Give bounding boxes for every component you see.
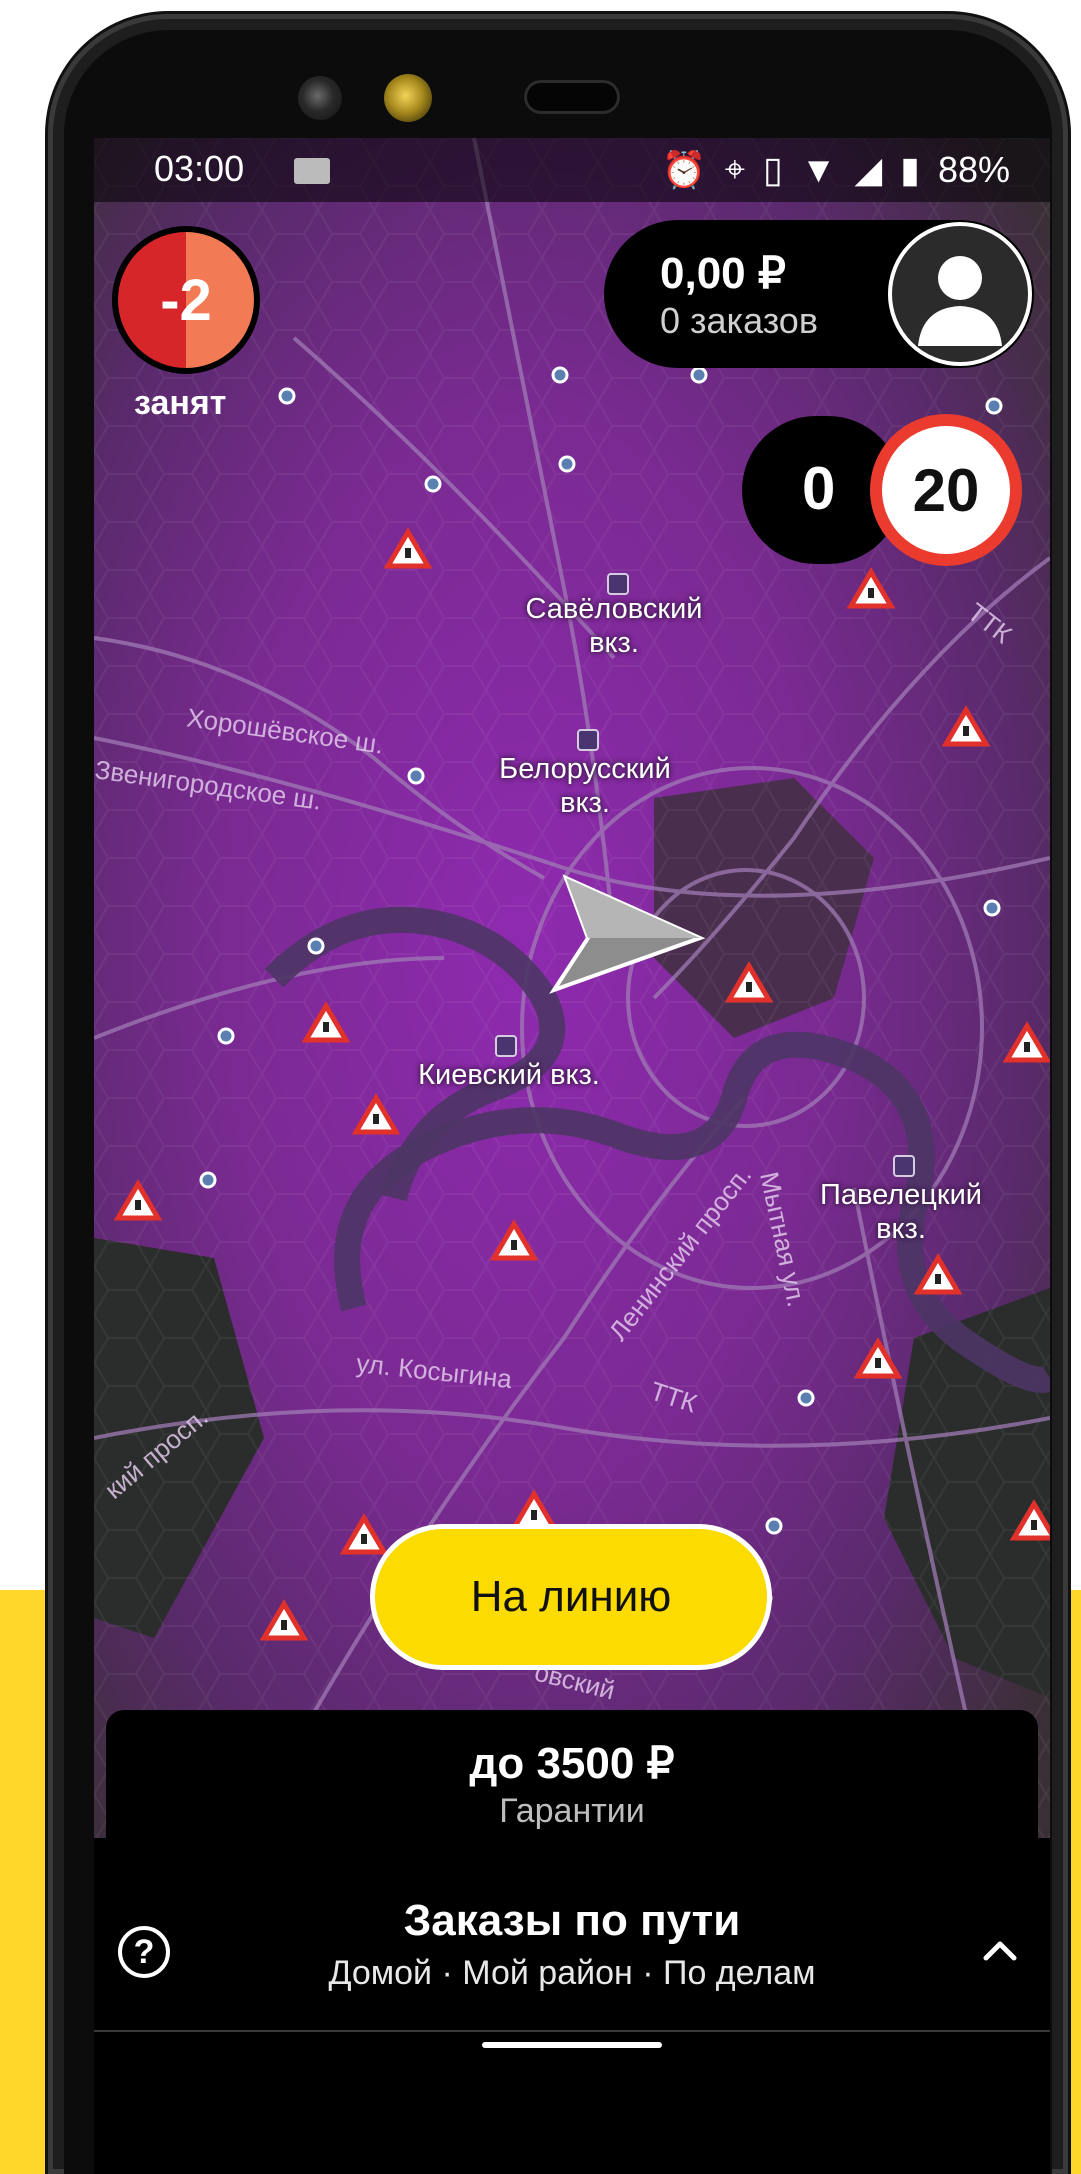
guarantee-banner[interactable]: до 3500 ₽ Гарантии <box>106 1710 1038 1858</box>
status-icons: ⏰ ⌖ ▯ ▼ ◢ ▮ 88% <box>662 148 1010 191</box>
place-label-savyolovsky: Савёловский вкз. <box>525 593 703 659</box>
current-speed: 0 <box>802 455 836 522</box>
speed-limit-sign: 20 <box>870 414 1022 566</box>
driver-status-label: занят <box>134 384 227 422</box>
app-screen: Савёловский вкз. Белорусский вкз. Киевск… <box>94 138 1050 2058</box>
notification-icon <box>294 158 330 184</box>
status-time: 03:00 <box>154 148 245 189</box>
guarantee-amount: до 3500 ₽ <box>469 1739 675 1788</box>
wifi-icon: ▼ <box>800 148 837 190</box>
driver-priority-badge[interactable]: -2 <box>112 226 260 374</box>
front-camera-icon <box>298 76 342 120</box>
earnings-panel[interactable]: 0,00 ₽ 0 заказов <box>604 220 1034 368</box>
user-icon <box>918 256 1002 346</box>
panel-divider <box>94 2030 1050 2032</box>
place-label-paveletsky: Павелецкий вкз. <box>820 1179 982 1245</box>
earpiece-speaker <box>524 80 620 114</box>
alarm-icon: ⏰ <box>661 148 707 190</box>
place-label-kievsky: Киевский вкз. <box>418 1059 600 1091</box>
guarantee-label: Гарантии <box>499 1792 645 1830</box>
vibrate-icon: ▯ <box>762 148 783 190</box>
chevron-up-icon[interactable] <box>978 1930 1022 1970</box>
location-icon: ⌖ <box>724 148 745 189</box>
home-indicator[interactable] <box>482 2042 662 2048</box>
battery-percent: 88% <box>937 148 1010 190</box>
orders-on-way-title: Заказы по пути <box>403 1896 741 1945</box>
signal-icon: ◢ <box>854 148 883 190</box>
phone-chin <box>94 2058 1050 2174</box>
orders-on-way-subtitle: Домой · Мой район · По делам <box>328 1954 816 1992</box>
orders-on-way-panel[interactable]: ? Заказы по пути Домой · Мой район · По … <box>94 1876 1050 2058</box>
place-label-belorussky: Белорусский вкз. <box>499 753 671 819</box>
orders-count: 0 заказов <box>660 300 818 341</box>
battery-icon: ▮ <box>900 148 920 190</box>
profile-avatar[interactable] <box>888 222 1032 366</box>
speed-limit-value: 20 <box>912 456 980 524</box>
sensor-icon <box>384 74 432 122</box>
go-online-button[interactable]: На линию <box>370 1524 772 1670</box>
earnings-amount: 0,00 ₽ <box>660 249 786 298</box>
status-bar: 03:00 ⏰ ⌖ ▯ ▼ ◢ ▮ 88% <box>94 138 1050 202</box>
